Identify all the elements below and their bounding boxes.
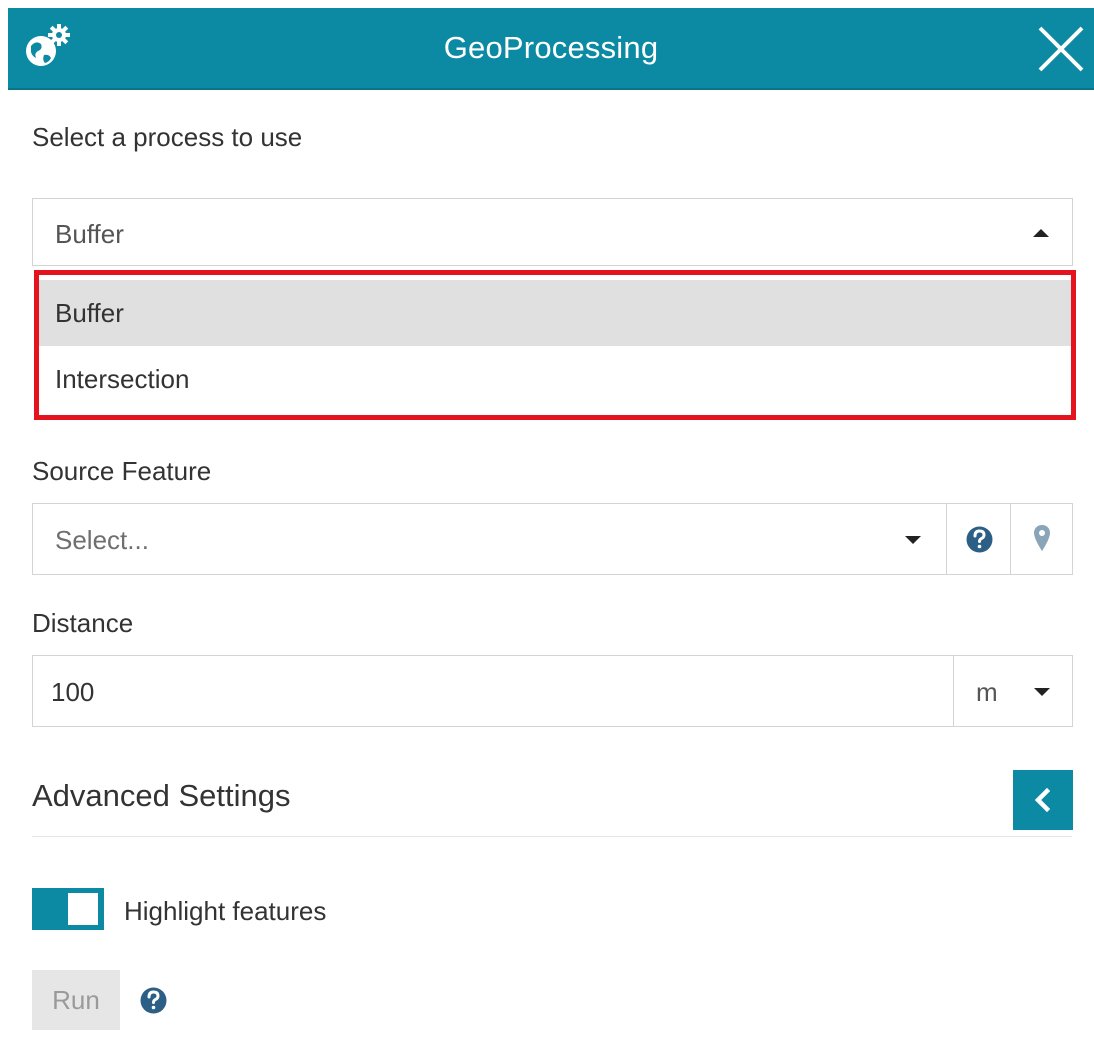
caret-down-icon: [905, 536, 921, 544]
source-feature-select[interactable]: Select...: [33, 504, 946, 574]
option-label: Buffer: [55, 298, 124, 328]
map-marker-icon: [1034, 525, 1050, 551]
highlight-features-label: Highlight features: [124, 896, 327, 926]
process-selected-value: Buffer: [55, 219, 124, 249]
process-select[interactable]: Buffer: [32, 198, 1073, 266]
run-button[interactable]: Run: [32, 970, 120, 1030]
source-feature-label: Source Feature: [32, 456, 212, 486]
source-feature-help-button[interactable]: [946, 504, 1010, 574]
distance-unit-select[interactable]: m: [953, 656, 1072, 726]
source-feature-field: Select...: [32, 503, 1073, 575]
close-icon[interactable]: [1034, 22, 1088, 76]
process-option-intersection[interactable]: Intersection: [39, 346, 1071, 414]
panel-header: GeoProcessing: [8, 8, 1094, 90]
question-circle-icon: [966, 526, 993, 553]
geoprocessing-panel: GeoProcessing Select a process to use Bu…: [8, 8, 1094, 1061]
distance-value: 100: [51, 677, 95, 707]
process-dropdown-list: Buffer Intersection: [34, 270, 1076, 420]
advanced-settings-title: Advanced Settings: [32, 778, 291, 813]
source-feature-placeholder: Select...: [55, 525, 149, 555]
question-circle-icon[interactable]: [140, 987, 167, 1014]
chevron-left-icon: [1034, 788, 1051, 812]
distance-unit: m: [976, 677, 998, 707]
caret-up-icon: [1033, 229, 1049, 237]
section-divider: [32, 836, 1072, 837]
advanced-settings-toggle-button[interactable]: [1013, 770, 1073, 830]
caret-down-icon: [1034, 688, 1050, 696]
highlight-features-toggle[interactable]: [32, 888, 104, 930]
option-label: Intersection: [55, 364, 190, 394]
toggle-knob: [68, 893, 98, 925]
process-label: Select a process to use: [32, 122, 303, 152]
process-option-buffer[interactable]: Buffer: [39, 280, 1071, 346]
distance-input[interactable]: 100: [33, 656, 953, 726]
source-feature-pick-button[interactable]: [1010, 504, 1072, 574]
panel-title: GeoProcessing: [443, 30, 659, 65]
distance-label: Distance: [32, 608, 134, 638]
distance-field: 100 m: [32, 655, 1073, 727]
